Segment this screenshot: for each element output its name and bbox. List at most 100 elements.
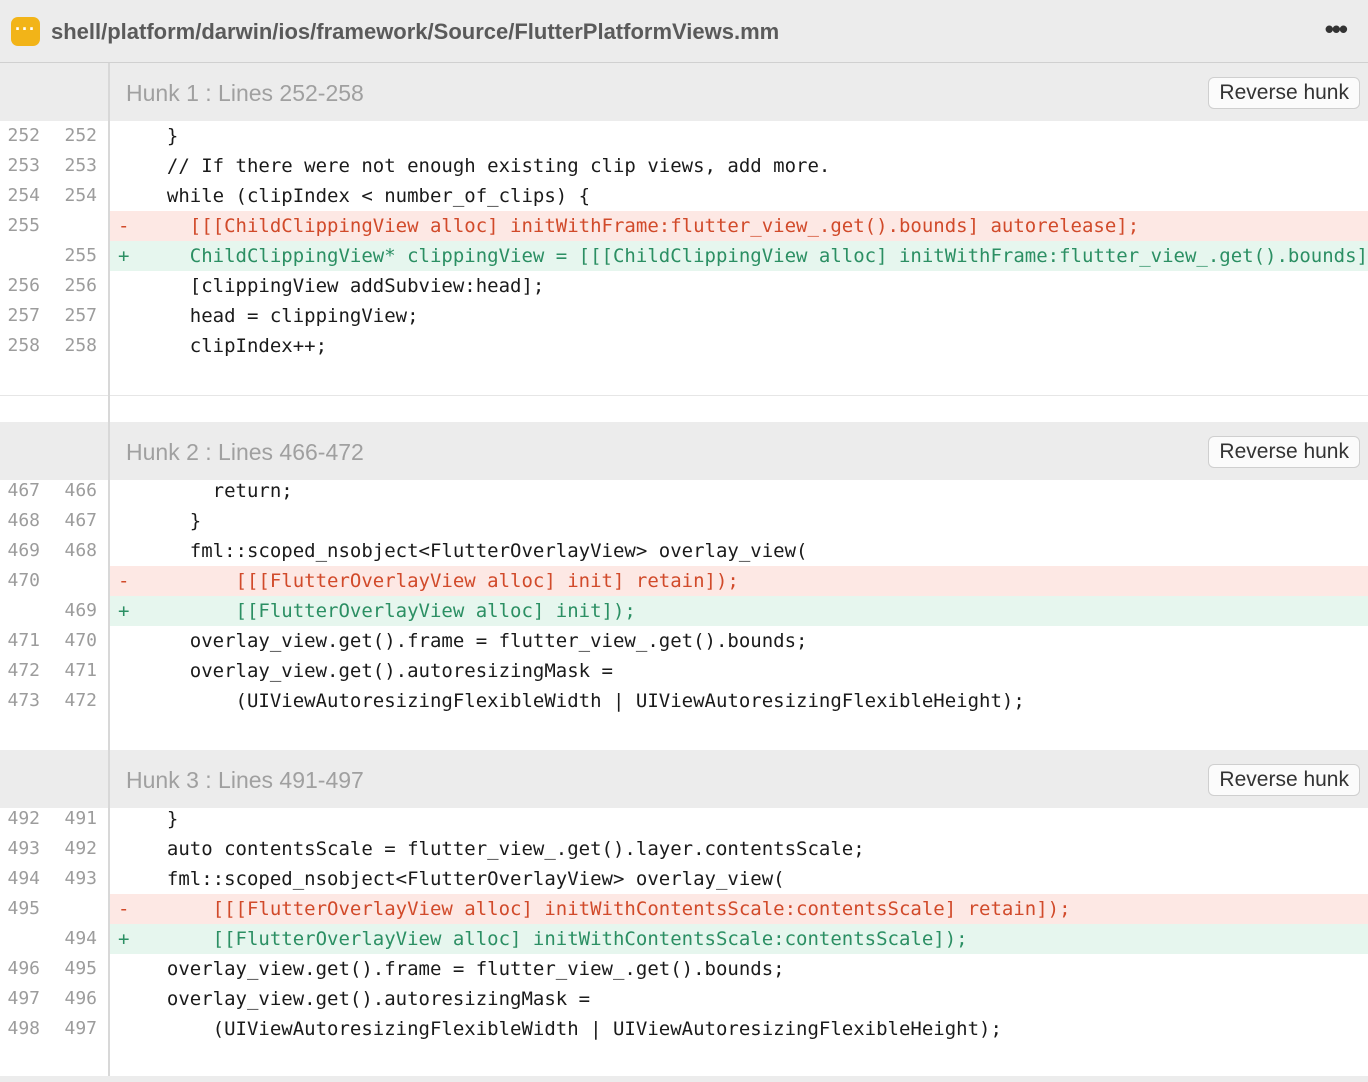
context-line: 497 496 overlay_view.get().autoresizingMa… [0,984,1368,1014]
more-options-icon[interactable]: ••• [1325,14,1348,45]
code-text: } [144,125,179,147]
new-line-number: 497 [64,1018,97,1039]
diff-sign: + [118,245,130,267]
old-line-number: 257 [7,305,40,326]
hunk-separator [0,395,1368,396]
context-line: 493 492 auto contentsScale = flutter_view… [0,834,1368,864]
old-line-number: 254 [7,185,40,206]
deleted-line: 255 - [[[ChildClippingView alloc] initWit… [0,211,1368,241]
context-line: 258 258 clipIndex++; [0,331,1368,361]
hunk-header-3: Hunk 3 : Lines 491-497 Reverse hunk [0,750,1368,808]
context-line: 252 252 } [0,121,1368,151]
old-line-number: 467 [7,480,40,501]
diff-sign: - [118,898,130,920]
gutter-divider [108,63,110,1082]
file-path: shell/platform/darwin/ios/framework/Sour… [51,19,780,44]
old-line-number: 470 [7,570,40,591]
hunk-gutter [0,422,108,480]
new-line-number: 495 [64,958,97,979]
code-text: overlay_view.get().frame = flutter_view_… [144,958,785,980]
old-line-number: 252 [7,125,40,146]
code-text: head = clippingView; [144,305,419,327]
code-text: while (clipIndex < number_of_clips) { [144,185,591,207]
footer-bar [0,1076,1368,1082]
context-line: 253 253 // If there were not enough exist… [0,151,1368,181]
new-line-number: 252 [64,125,97,146]
old-line-number: 253 [7,155,40,176]
deleted-line: 470 - [[[FlutterOverlayView alloc] init] … [0,566,1368,596]
code-text: } [144,808,179,830]
hunk-header-1: Hunk 1 : Lines 252-258 Reverse hunk [0,63,1368,121]
new-line-number: 258 [64,335,97,356]
code-text: clipIndex++; [144,335,328,357]
context-line: 472 471 overlay_view.get().autoresizingMa… [0,656,1368,686]
deleted-line: 495 - [[[FlutterOverlayView alloc] initWi… [0,894,1368,924]
old-line-number: 495 [7,898,40,919]
context-line: 498 497 (UIViewAutoresizingFlexibleWidth … [0,1014,1368,1044]
hunk-title: Hunk 2 : Lines 466-472 [126,439,364,465]
code-text: overlay_view.get().autoresizingMask = [144,660,613,682]
context-line: 257 257 head = clippingView; [0,301,1368,331]
context-line: 468 467 } [0,506,1368,536]
reverse-hunk-button[interactable]: Reverse hunk [1208,436,1360,468]
new-line-number: 467 [64,510,97,531]
hunk-title: Hunk 1 : Lines 252-258 [126,80,364,106]
context-line: 469 468 fml::scoped_nsobject<FlutterOverl… [0,536,1368,566]
old-line-number: 472 [7,660,40,681]
reverse-hunk-button[interactable]: Reverse hunk [1208,77,1360,109]
code-text: [clippingView addSubview:head]; [144,275,545,297]
code-text: fml::scoped_nsobject<FlutterOverlayView>… [144,540,808,562]
hunk-header-2: Hunk 2 : Lines 466-472 Reverse hunk [0,422,1368,480]
code-text: return; [144,480,293,502]
old-line-number: 473 [7,690,40,711]
hunk-title: Hunk 3 : Lines 491-497 [126,767,364,793]
code-text: overlay_view.get().autoresizingMask = [144,988,591,1010]
new-line-number: 471 [64,660,97,681]
code-text: } [144,510,202,532]
old-line-number: 493 [7,838,40,859]
new-line-number: 253 [64,155,97,176]
new-line-number: 494 [64,928,97,949]
old-line-number: 471 [7,630,40,651]
code-text: ChildClippingView* clippingView = [[[Chi… [189,245,1368,267]
old-line-number: 256 [7,275,40,296]
old-line-number: 497 [7,988,40,1009]
diff-sign: + [118,600,130,622]
new-line-number: 469 [64,600,97,621]
new-line-number: 255 [64,245,97,266]
code-text: [[[FlutterOverlayView alloc] initWithCon… [144,898,1071,920]
context-line: 492 491 } [0,804,1368,834]
diff-sign: + [118,928,130,950]
code-text: (UIViewAutoresizingFlexibleWidth | UIVie… [144,690,1025,712]
code-text: overlay_view.get().frame = flutter_view_… [144,630,808,652]
code-text: // If there were not enough existing cli… [144,155,831,177]
diff-sign: - [118,570,130,592]
old-line-number: 469 [7,540,40,561]
context-line: 471 470 overlay_view.get().frame = flutte… [0,626,1368,656]
old-line-number: 494 [7,868,40,889]
code-text: [[FlutterOverlayView alloc] init]); [144,600,636,622]
old-line-number: 492 [7,808,40,829]
file-header: ··· shell/platform/darwin/ios/framework/… [0,0,1368,63]
new-line-number: 491 [64,808,97,829]
context-line: 467 466 return; [0,476,1368,506]
new-line-number: 256 [64,275,97,296]
file-menu-icon[interactable]: ··· [11,17,40,46]
code-text: auto contentsScale = flutter_view_.get()… [144,838,865,860]
reverse-hunk-button[interactable]: Reverse hunk [1208,764,1360,796]
code-text: (UIViewAutoresizingFlexibleWidth | UIVie… [144,1018,1002,1040]
new-line-number: 492 [64,838,97,859]
old-line-number: 498 [7,1018,40,1039]
new-line-number: 472 [64,690,97,711]
old-line-number: 258 [7,335,40,356]
new-line-number: 254 [64,185,97,206]
code-text: [[[ChildClippingView alloc] initWithFram… [144,215,1140,237]
context-line: 473 472 (UIViewAutoresizingFlexibleWidth … [0,686,1368,716]
added-line: 255 + ChildClippingView* clippingView = [… [0,241,1368,271]
new-line-number: 496 [64,988,97,1009]
code-text: [[[FlutterOverlayView alloc] init] retai… [144,570,739,592]
new-line-number: 470 [64,630,97,651]
diff-sign: - [118,215,130,237]
new-line-number: 466 [64,480,97,501]
added-line: 494 + [[FlutterOverlayView alloc] initWit… [0,924,1368,954]
